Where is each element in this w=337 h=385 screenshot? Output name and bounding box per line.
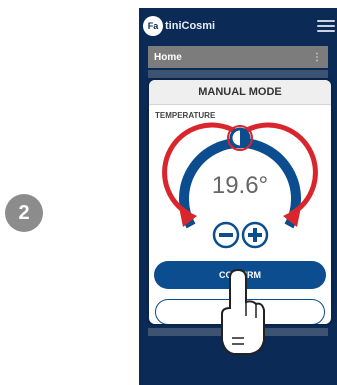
more-vertical-icon[interactable]: ⋮ — [312, 52, 322, 63]
logo-text: tiniCosmi — [165, 20, 216, 32]
step-number-badge: 2 — [5, 194, 43, 232]
pointing-hand-icon — [221, 268, 265, 355]
temperature-value: 19.6° — [211, 172, 269, 199]
temperature-dial[interactable] — [149, 80, 331, 260]
background-row — [148, 70, 328, 78]
left-arrow-arc — [162, 122, 237, 217]
home-bar[interactable]: Home ⋮ — [148, 46, 328, 68]
right-arrow-arc — [243, 122, 318, 217]
plus-icon[interactable] — [241, 221, 269, 249]
logo-mark: Fa — [143, 16, 163, 36]
home-label: Home — [154, 51, 182, 63]
hamburger-menu-icon[interactable] — [317, 20, 335, 32]
app-header: Fa tiniCosmi — [139, 8, 337, 44]
minus-icon[interactable] — [212, 221, 240, 249]
app-logo: Fa tiniCosmi — [143, 16, 215, 36]
